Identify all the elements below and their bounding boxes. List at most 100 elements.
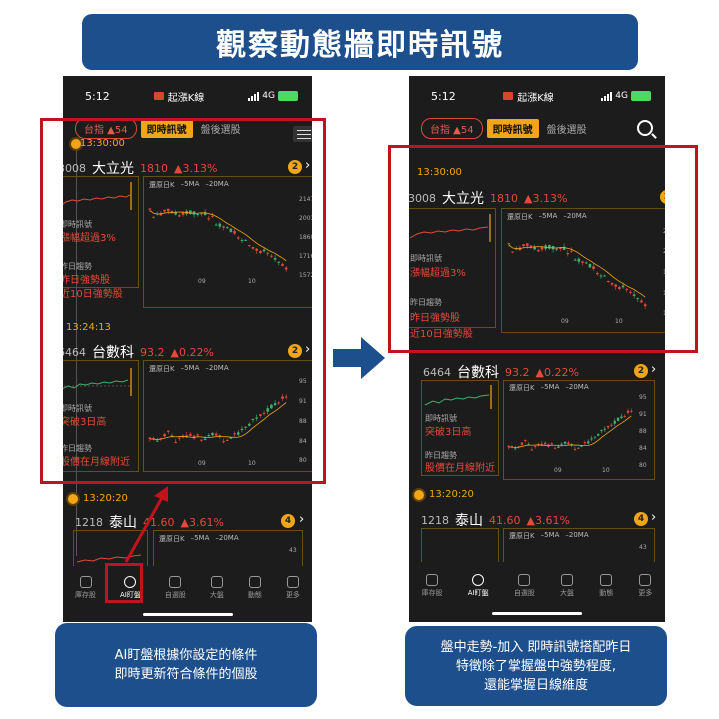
stock-change: ▲3.61% bbox=[180, 515, 224, 529]
market-index-pill[interactable]: 台指 ▲54 bbox=[421, 117, 483, 139]
candle-body bbox=[573, 448, 577, 450]
ma20-legend: –20MA bbox=[565, 531, 589, 539]
nav-watchlist[interactable]: 自選股 bbox=[165, 576, 186, 600]
navigation-icon bbox=[561, 574, 574, 586]
y-tick: 95 bbox=[639, 394, 647, 401]
chevron-right-icon[interactable]: › bbox=[651, 510, 656, 525]
candle-body bbox=[567, 442, 570, 445]
candle-body bbox=[550, 443, 553, 445]
nav-ai-watch[interactable]: AI盯盤 bbox=[468, 574, 489, 598]
candle-body bbox=[543, 442, 547, 445]
stock-change: ▲3.61% bbox=[526, 513, 570, 527]
candle-body bbox=[610, 424, 613, 426]
realtime-signal-text: 突破3日高 bbox=[425, 427, 472, 438]
stock-header[interactable]: 6464 台數科 93.2 ▲0.22% bbox=[423, 362, 579, 382]
candle-body bbox=[603, 428, 606, 430]
chevron-right-icon[interactable]: › bbox=[299, 512, 304, 527]
candle-body bbox=[524, 439, 527, 441]
more-icon bbox=[286, 576, 299, 588]
x-tick: 10 bbox=[602, 467, 610, 474]
home-indicator bbox=[143, 613, 233, 616]
candle-body bbox=[557, 446, 560, 448]
more-icon bbox=[639, 574, 652, 586]
battery-icon bbox=[278, 91, 298, 101]
nav-watchlist[interactable]: 自選股 bbox=[514, 574, 535, 598]
candle-body bbox=[563, 441, 567, 444]
kline-legend: 還原日K –5MA –20MA bbox=[509, 531, 589, 541]
bag-icon bbox=[426, 574, 439, 586]
realtime-signal-label: 即時訊號 bbox=[425, 414, 457, 423]
signal-count-badge: 2 bbox=[634, 364, 648, 378]
x-tick: 09 bbox=[554, 467, 562, 474]
nav-feed[interactable]: 動態 bbox=[248, 576, 262, 600]
nav-market[interactable]: 大盤 bbox=[560, 574, 574, 598]
candle-body bbox=[606, 425, 610, 428]
candle-body bbox=[577, 447, 580, 449]
stock-price: 93.2 bbox=[505, 365, 530, 379]
app-logo-icon bbox=[503, 92, 514, 100]
y-tick: 91 bbox=[639, 411, 647, 418]
candle-body bbox=[560, 443, 563, 445]
candle-body bbox=[597, 434, 600, 436]
network-label: 4G bbox=[262, 91, 275, 101]
chat-icon bbox=[248, 576, 261, 588]
status-time: 5:12 bbox=[85, 89, 110, 103]
nav-portfolio[interactable]: 庫存股 bbox=[75, 576, 96, 600]
eye-icon bbox=[472, 574, 485, 586]
candle-body bbox=[587, 441, 590, 444]
navigation-icon bbox=[210, 576, 223, 588]
nav-portfolio[interactable]: 庫存股 bbox=[422, 574, 443, 598]
plus-square-icon bbox=[169, 576, 182, 588]
arrow-right-icon bbox=[333, 337, 385, 379]
kline-chart bbox=[507, 408, 633, 451]
nav-market[interactable]: 大盤 bbox=[210, 576, 224, 600]
bottom-nav: 庫存股 AI盯盤 自選股 大盤 動態 更多 bbox=[63, 566, 312, 610]
plus-square-icon bbox=[518, 574, 531, 586]
y-tick: 43 bbox=[639, 544, 647, 551]
nav-more[interactable]: 更多 bbox=[286, 576, 300, 600]
signal-icon bbox=[601, 91, 613, 101]
callout-right: 盤中走勢-加入 即時訊號搭配昨日 特徵除了掌握盤中強勢程度, 還能掌握日線維度 bbox=[405, 626, 667, 706]
nav-more[interactable]: 更多 bbox=[638, 574, 652, 598]
ma5-legend: –5MA bbox=[540, 383, 560, 391]
kline-title: 還原日K bbox=[509, 384, 535, 392]
stock-change: ▲0.22% bbox=[535, 365, 579, 379]
tab-after-hours[interactable]: 盤後選股 bbox=[543, 119, 591, 138]
candle-body bbox=[620, 416, 623, 419]
y-tick: 88 bbox=[639, 428, 647, 435]
app-title: 起漲K線 bbox=[503, 89, 554, 104]
candle-body bbox=[553, 447, 557, 449]
status-icons: 4G bbox=[248, 91, 298, 101]
stock-code: 1218 bbox=[421, 513, 449, 527]
ma20-legend: –20MA bbox=[215, 534, 239, 542]
status-bar: 5:12 起漲K線 4G bbox=[409, 76, 665, 116]
yesterday-trend-1: 股價在月線附近 bbox=[425, 463, 495, 474]
candle-body bbox=[590, 438, 593, 440]
chat-icon bbox=[600, 574, 613, 586]
candle-body bbox=[583, 442, 587, 444]
signal-count-badge: 4 bbox=[281, 514, 295, 528]
candle-body bbox=[534, 445, 537, 447]
nav-feed[interactable]: 動態 bbox=[599, 574, 613, 598]
candle-body bbox=[514, 448, 517, 450]
intraday-sparkline bbox=[424, 385, 492, 409]
stock-header[interactable]: 1218 泰山 41.60 ▲3.61% bbox=[421, 510, 570, 530]
stock-code: 6464 bbox=[423, 365, 451, 379]
ma5-legend: –5MA bbox=[190, 534, 210, 542]
pointer-arrow-icon bbox=[124, 486, 168, 563]
y-tick: 80 bbox=[639, 462, 647, 469]
ma20-legend: –20MA bbox=[565, 383, 589, 391]
tab-realtime-signal[interactable]: 即時訊號 bbox=[486, 118, 539, 138]
candle-body bbox=[630, 410, 633, 412]
y-tick: 84 bbox=[639, 445, 647, 452]
callout-left: AI盯盤根據你設定的條件 即時更新符合條件的個股 bbox=[55, 623, 317, 707]
tabs-row: 台指 ▲54 即時訊號 盤後選股 bbox=[409, 116, 665, 140]
chevron-right-icon[interactable]: › bbox=[651, 362, 656, 377]
stock-price: 41.60 bbox=[489, 513, 521, 527]
candle-body bbox=[530, 449, 534, 451]
phone-right-lower: 6464 台數科 93.2 ▲0.22% 2 › 即時訊號 突破3日高 昨日趨勢… bbox=[409, 350, 665, 622]
app-logo-icon bbox=[153, 92, 164, 100]
search-icon[interactable] bbox=[637, 120, 653, 136]
status-bar: 5:12 起漲K線 4G bbox=[63, 76, 312, 116]
highlight-frame-right bbox=[388, 145, 698, 353]
